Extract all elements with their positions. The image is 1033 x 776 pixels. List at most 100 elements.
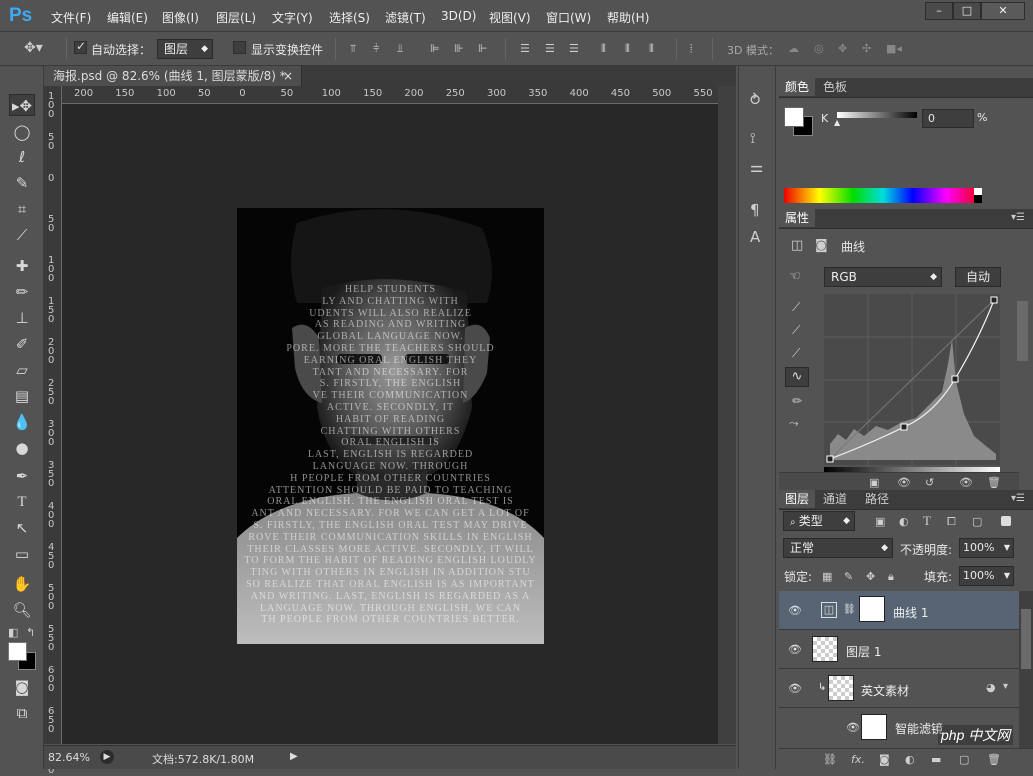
align-right-icon[interactable]: ⊩ bbox=[478, 42, 488, 55]
crop-tool-icon[interactable]: ⌗ bbox=[9, 198, 35, 220]
minimize-button[interactable]: – bbox=[925, 2, 953, 20]
expand-effects-icon[interactable]: ▾ bbox=[1003, 681, 1008, 692]
k-value-input[interactable]: 0 bbox=[922, 109, 974, 128]
auto-align-icon[interactable]: ⦙ bbox=[690, 42, 692, 55]
layer-row-layer1[interactable]: 👁︎ 图层 1 bbox=[779, 630, 1019, 669]
menu-layer[interactable]: 图层(L) bbox=[216, 9, 256, 26]
menu-view[interactable]: 视图(V) bbox=[489, 9, 531, 26]
lock-position-icon[interactable]: ✥ bbox=[866, 570, 875, 583]
distribute-right-icon[interactable]: ⦀ bbox=[649, 42, 654, 55]
tab-color[interactable]: 颜色 bbox=[779, 78, 816, 96]
k-slider-track[interactable] bbox=[837, 112, 917, 118]
swap-colors-icon[interactable]: ↰ bbox=[26, 626, 35, 639]
curves-preset-dropdown[interactable]: RGB ◆ bbox=[824, 267, 942, 287]
maximize-button[interactable]: □ bbox=[953, 2, 981, 20]
layers-scrollbar-track[interactable] bbox=[1019, 591, 1033, 748]
history-brush-tool-icon[interactable]: ✐ bbox=[9, 333, 35, 355]
layer-name[interactable]: 图层 1 bbox=[846, 643, 881, 660]
add-mask-icon[interactable]: ◙ bbox=[879, 753, 890, 766]
layer-mask-icon[interactable]: ◙ bbox=[815, 239, 828, 252]
quick-mask-icon[interactable]: ◙ bbox=[9, 676, 35, 698]
auto-select-dropdown[interactable]: 图层 ◆ bbox=[157, 39, 213, 59]
layers-scrollbar-thumb[interactable] bbox=[1021, 609, 1031, 669]
menu-select[interactable]: 选择(S) bbox=[329, 9, 370, 26]
poster-image[interactable]: HELP STUDENTS LY AND CHATTING WITH UDENTS … bbox=[237, 208, 544, 644]
color-spectrum-bar[interactable] bbox=[784, 188, 982, 203]
new-layer-icon[interactable]: ▢ bbox=[959, 753, 969, 766]
fx-icon[interactable]: fx. bbox=[851, 753, 865, 766]
clip-to-layer-icon[interactable]: ▣ bbox=[869, 476, 879, 489]
move-tool-icon[interactable]: ▸✥ bbox=[9, 94, 35, 116]
menu-edit[interactable]: 编辑(E) bbox=[107, 9, 148, 26]
character-panel-icon[interactable]: A bbox=[750, 230, 760, 245]
new-group-icon[interactable]: ▬ bbox=[931, 753, 941, 766]
mask-thumbnail[interactable] bbox=[859, 596, 885, 622]
tab-channels[interactable]: 通道 bbox=[817, 490, 853, 508]
brush-presets-icon[interactable]: ⟟ bbox=[750, 131, 756, 146]
menu-image[interactable]: 图像(I) bbox=[162, 9, 199, 26]
menu-3d[interactable]: 3D(D) bbox=[441, 9, 476, 23]
filter-toggle-icon[interactable] bbox=[1001, 516, 1011, 526]
blur-tool-icon[interactable]: 💧 bbox=[9, 411, 35, 433]
foreground-swatch[interactable] bbox=[784, 107, 804, 127]
status-info-icon[interactable]: ▶ bbox=[100, 750, 114, 764]
distribute-left-icon[interactable]: ⦀ bbox=[601, 42, 606, 55]
menu-window[interactable]: 窗口(W) bbox=[546, 9, 591, 26]
filter-type-icon[interactable]: T bbox=[923, 514, 931, 527]
sample-shadow-eyedropper-icon[interactable]: ⟋ bbox=[792, 301, 800, 314]
history-panel-icon[interactable]: ⥁ bbox=[750, 93, 760, 108]
distribute-hcenter-icon[interactable]: ⦀ bbox=[625, 42, 630, 55]
hand-tool-icon[interactable]: ✋ bbox=[9, 573, 35, 595]
delete-adjustment-icon[interactable]: 🗑︎ bbox=[987, 476, 1001, 489]
sample-midtone-eyedropper-icon[interactable]: ⟋ bbox=[792, 324, 800, 337]
gradient-tool-icon[interactable]: ▤ bbox=[9, 385, 35, 407]
foreground-color-swatch[interactable] bbox=[8, 642, 27, 661]
filter-pixel-icon[interactable]: ▣ bbox=[875, 515, 885, 528]
tab-layers[interactable]: 图层 bbox=[779, 490, 816, 508]
layers-panel-menu-icon[interactable]: ▾☰ bbox=[1011, 493, 1025, 504]
adjustments-icon[interactable]: ⚌ bbox=[750, 160, 763, 175]
layer-filter-dropdown[interactable]: ⌕ 类型 ◆ bbox=[783, 511, 855, 531]
zoom-tool-icon[interactable]: 🔍︎ bbox=[9, 599, 35, 621]
marquee-tool-icon[interactable]: ◯ bbox=[9, 121, 35, 143]
filter-shape-icon[interactable]: ⧠ bbox=[947, 515, 956, 528]
align-bottom-icon[interactable]: ⫫ bbox=[397, 42, 403, 55]
visibility-eye-icon[interactable]: 👁︎ bbox=[846, 721, 860, 734]
type-tool-icon[interactable]: T bbox=[9, 491, 35, 513]
lock-all-icon[interactable]: 🔒︎ bbox=[888, 570, 894, 583]
opacity-input[interactable]: 100% ▼ bbox=[959, 538, 1014, 558]
3d-drag-icon[interactable]: ✥ bbox=[838, 42, 847, 55]
3d-scale-icon[interactable]: ■◂ bbox=[886, 42, 902, 55]
document-tab[interactable]: 海报.psd @ 82.6% (曲线 1, 图层蒙版/8) * × bbox=[44, 66, 302, 86]
layer-row-english-material[interactable]: 👁︎ ↳ 英文素材 ◕ ▾ bbox=[779, 669, 1019, 708]
k-slider-handle[interactable]: ▲ bbox=[834, 118, 840, 127]
align-vcenter-icon[interactable]: ⫩ bbox=[373, 42, 379, 55]
smart-filter-mask-thumbnail[interactable] bbox=[861, 714, 887, 740]
status-menu-arrow-icon[interactable]: ▶ bbox=[290, 751, 298, 762]
auto-button[interactable]: 自动 bbox=[955, 267, 1001, 287]
fill-input[interactable]: 100% ▼ bbox=[959, 566, 1014, 586]
draw-curve-pencil-icon[interactable]: ✏ bbox=[792, 395, 802, 408]
filter-adjustment-icon[interactable]: ◐ bbox=[899, 515, 909, 528]
layer-name[interactable]: 智能滤镜 bbox=[895, 720, 943, 737]
smart-object-thumbnail[interactable] bbox=[828, 675, 854, 701]
menu-help[interactable]: 帮助(H) bbox=[607, 9, 649, 26]
panel-menu-icon[interactable]: ▾☰ bbox=[1011, 212, 1025, 223]
align-left-icon[interactable]: ⊫ bbox=[430, 42, 440, 55]
filter-smart-object-icon[interactable]: ▢ bbox=[972, 515, 982, 528]
layer-name[interactable]: 英文素材 bbox=[861, 682, 909, 699]
pen-tool-icon[interactable]: ✒ bbox=[9, 465, 35, 487]
quick-select-tool-icon[interactable]: ✎ bbox=[9, 172, 35, 194]
lock-transparent-icon[interactable]: ▦ bbox=[822, 570, 832, 583]
curves-adjustment-icon[interactable]: ◫ bbox=[791, 239, 803, 252]
auto-select-checkbox[interactable]: ✓ bbox=[74, 39, 87, 54]
align-hcenter-icon[interactable]: ⊪ bbox=[454, 42, 464, 55]
visibility-eye-icon[interactable]: 👁︎ bbox=[788, 604, 802, 617]
path-select-tool-icon[interactable]: ↖ bbox=[9, 517, 35, 539]
eraser-tool-icon[interactable]: ▱ bbox=[9, 359, 35, 381]
close-window-button[interactable]: ✕ bbox=[981, 2, 1025, 20]
tab-swatches[interactable]: 色板 bbox=[817, 78, 853, 96]
visibility-eye-icon[interactable]: 👁︎ bbox=[788, 682, 802, 695]
tab-paths[interactable]: 路径 bbox=[859, 490, 895, 508]
stamp-tool-icon[interactable]: ⊥ bbox=[9, 307, 35, 329]
